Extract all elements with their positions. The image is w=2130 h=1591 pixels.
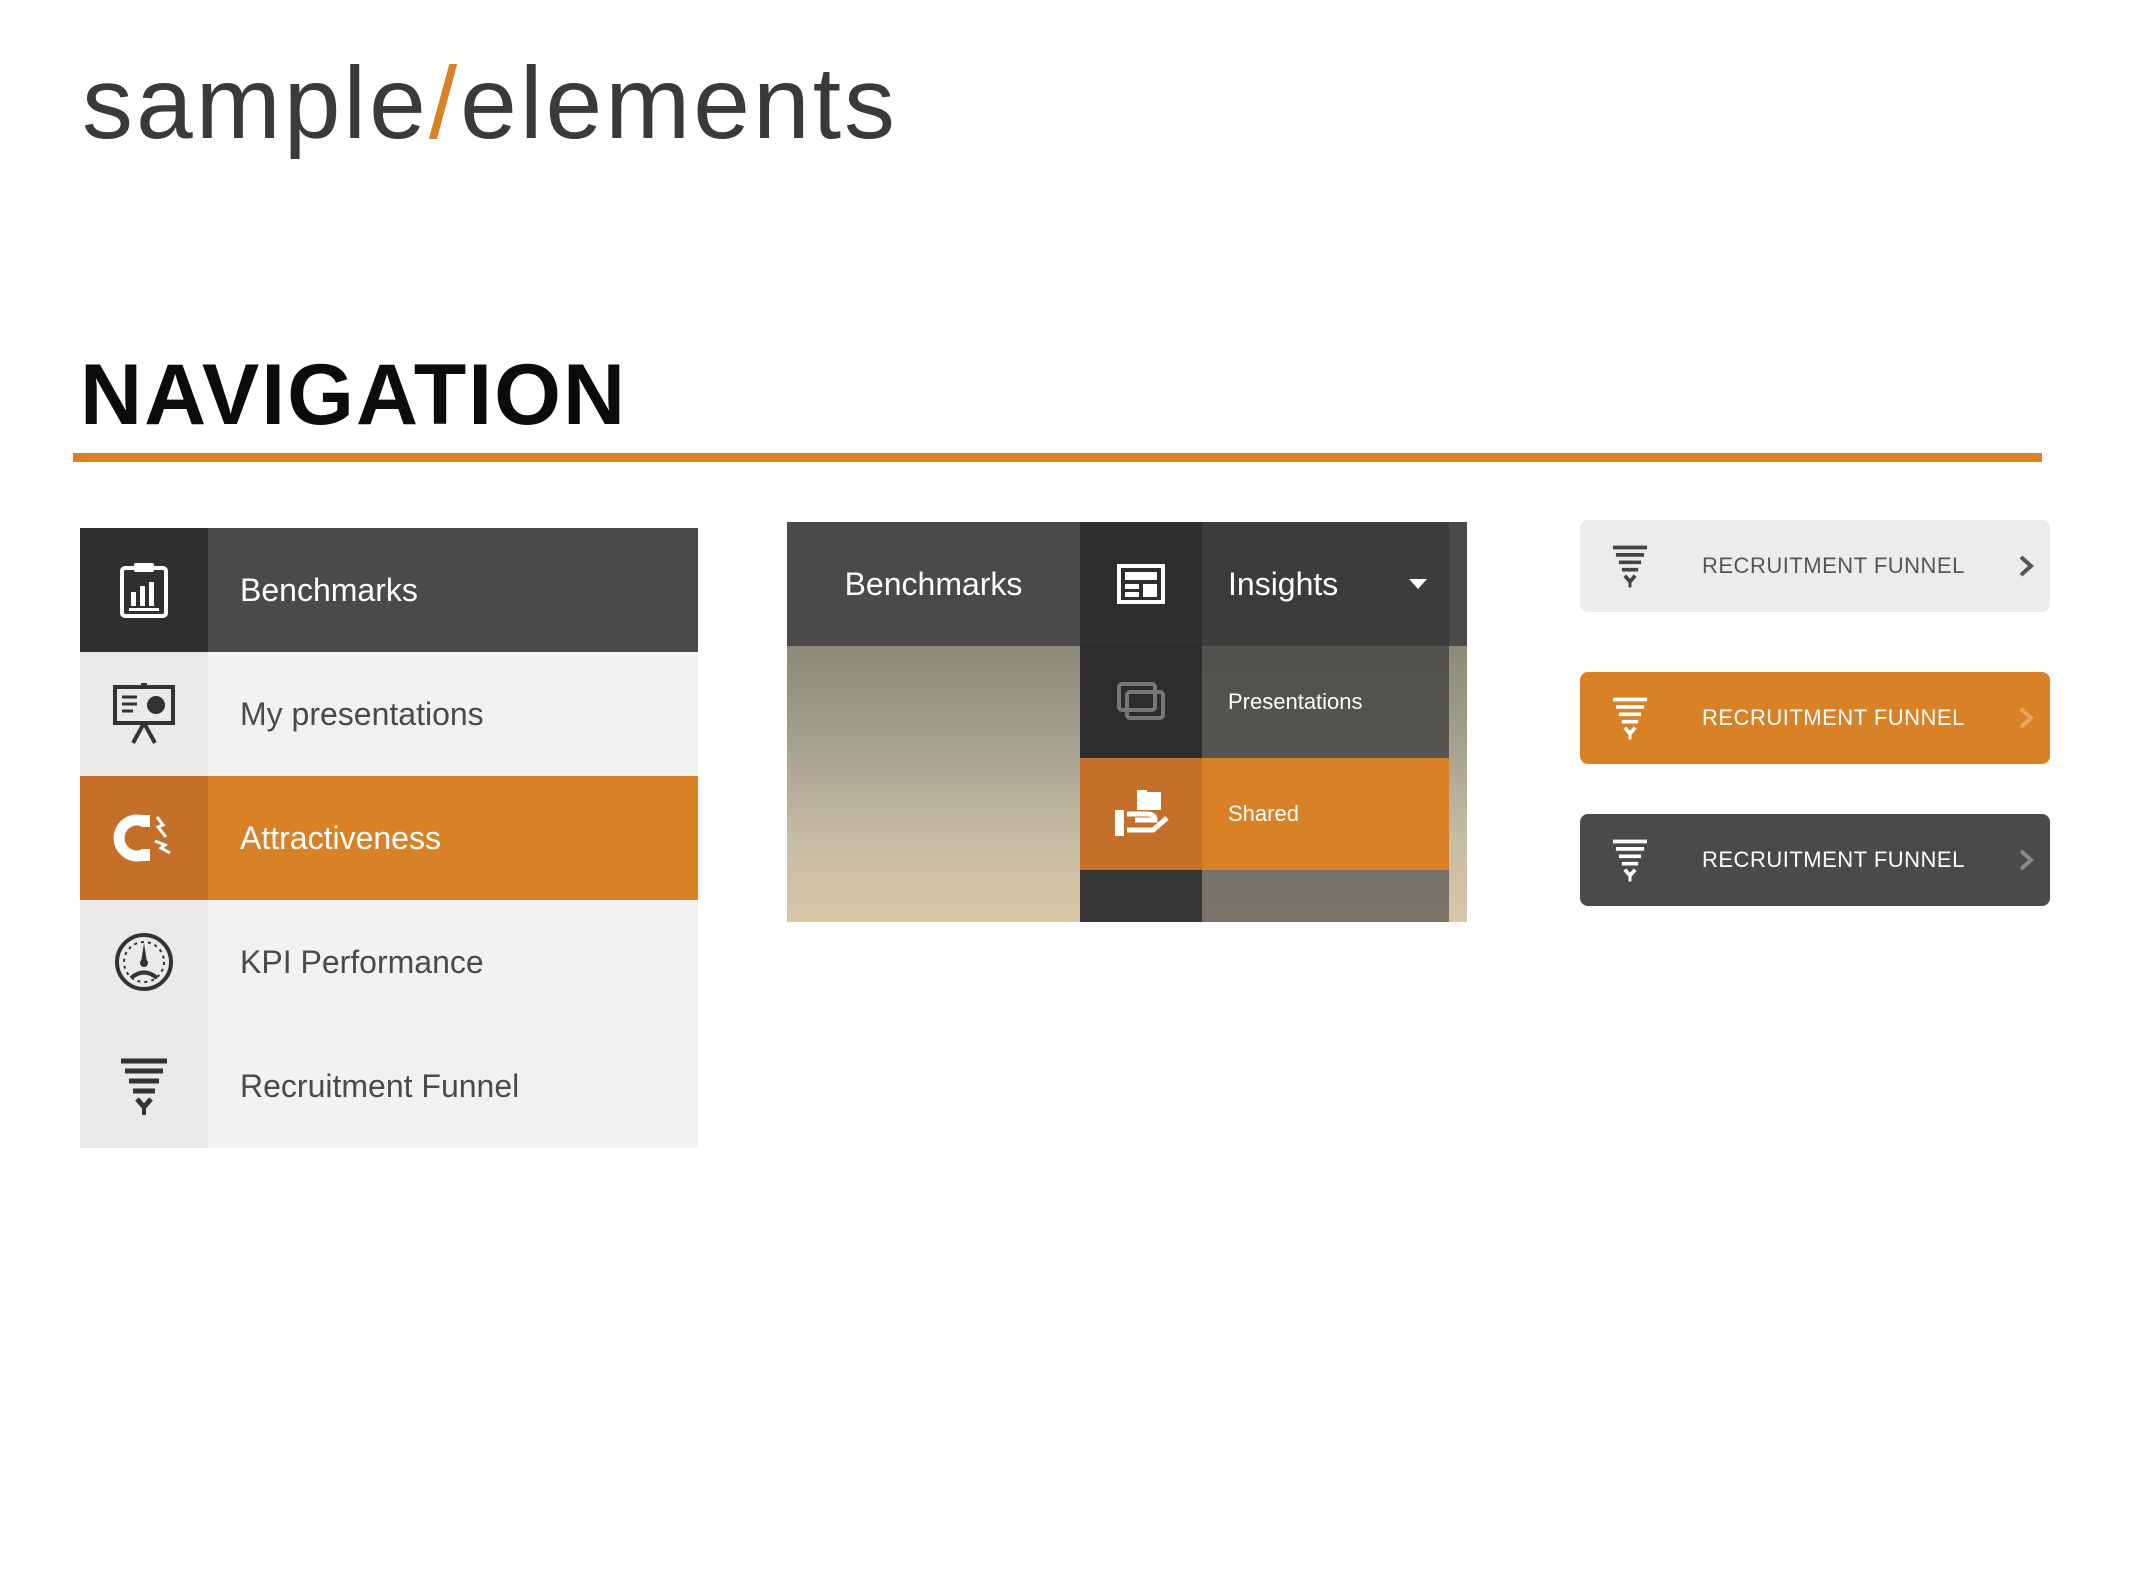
chevron-right-icon <box>2002 849 2050 871</box>
share-hand-icon <box>1080 758 1202 870</box>
top-menu-insights[interactable]: Insights <box>1202 522 1449 646</box>
page-title: sample/elements <box>82 52 898 154</box>
sidebar-item-benchmarks[interactable]: Benchmarks <box>80 528 698 652</box>
caret-down-icon <box>1409 579 1427 589</box>
sidebar-item-recruitment-funnel[interactable]: Recruitment Funnel <box>80 1024 698 1148</box>
sidebar-item-kpi-performance[interactable]: KPI Performance <box>80 900 698 1024</box>
presentation-board-icon <box>80 652 208 776</box>
title-slash: / <box>428 46 461 160</box>
clipboard-chart-icon <box>80 528 208 652</box>
sidebar-item-label: Benchmarks <box>240 571 418 608</box>
funnel-icon <box>1580 543 1680 589</box>
recruitment-funnel-button-orange[interactable]: RECRUITMENT FUNNEL <box>1580 672 2050 764</box>
newspaper-icon <box>1080 522 1202 646</box>
insights-label: Insights <box>1228 565 1339 602</box>
sidebar-item-label: My presentations <box>240 695 484 732</box>
section-divider <box>73 453 2042 462</box>
button-label: RECRUITMENT FUNNEL <box>1702 553 1965 578</box>
dropdown-icon-slot <box>1080 870 1202 922</box>
recruitment-funnel-button-dark[interactable]: RECRUITMENT FUNNEL <box>1580 814 2050 906</box>
dropdown-item-label: Shared <box>1228 801 1299 826</box>
chevron-right-icon <box>2002 707 2050 729</box>
top-menu: Benchmarks Insights Presentations Shared <box>787 522 1467 922</box>
sidebar-item-label: KPI Performance <box>240 943 484 980</box>
magnet-icon <box>80 776 208 900</box>
dropdown-item-more <box>1080 870 1449 922</box>
dropdown-item-shared[interactable]: Shared <box>1080 758 1449 870</box>
section-heading: NAVIGATION <box>80 347 628 443</box>
funnel-icon <box>1580 695 1680 741</box>
sidebar-item-label: Attractiveness <box>240 819 441 856</box>
title-right: elements <box>460 46 899 160</box>
sidebar-item-label: Recruitment Funnel <box>240 1067 520 1104</box>
chevron-right-icon <box>2002 555 2050 577</box>
top-menu-benchmarks[interactable]: Benchmarks <box>787 522 1080 646</box>
stacked-windows-icon <box>1080 646 1202 758</box>
gauge-icon <box>80 900 208 1024</box>
title-left: sample <box>82 46 429 160</box>
dropdown-item-presentations[interactable]: Presentations <box>1080 646 1449 758</box>
sidebar-item-my-presentations[interactable]: My presentations <box>80 652 698 776</box>
button-label: RECRUITMENT FUNNEL <box>1702 847 1965 872</box>
sidebar-item-attractiveness[interactable]: Attractiveness <box>80 776 698 900</box>
button-label: RECRUITMENT FUNNEL <box>1702 705 1965 730</box>
recruitment-funnel-button-light[interactable]: RECRUITMENT FUNNEL <box>1580 520 2050 612</box>
sidebar-nav: Benchmarks My presentations Attractivene… <box>80 528 698 1148</box>
funnel-icon <box>80 1024 208 1148</box>
dropdown-item-label: Presentations <box>1228 689 1363 714</box>
funnel-icon <box>1580 837 1680 883</box>
